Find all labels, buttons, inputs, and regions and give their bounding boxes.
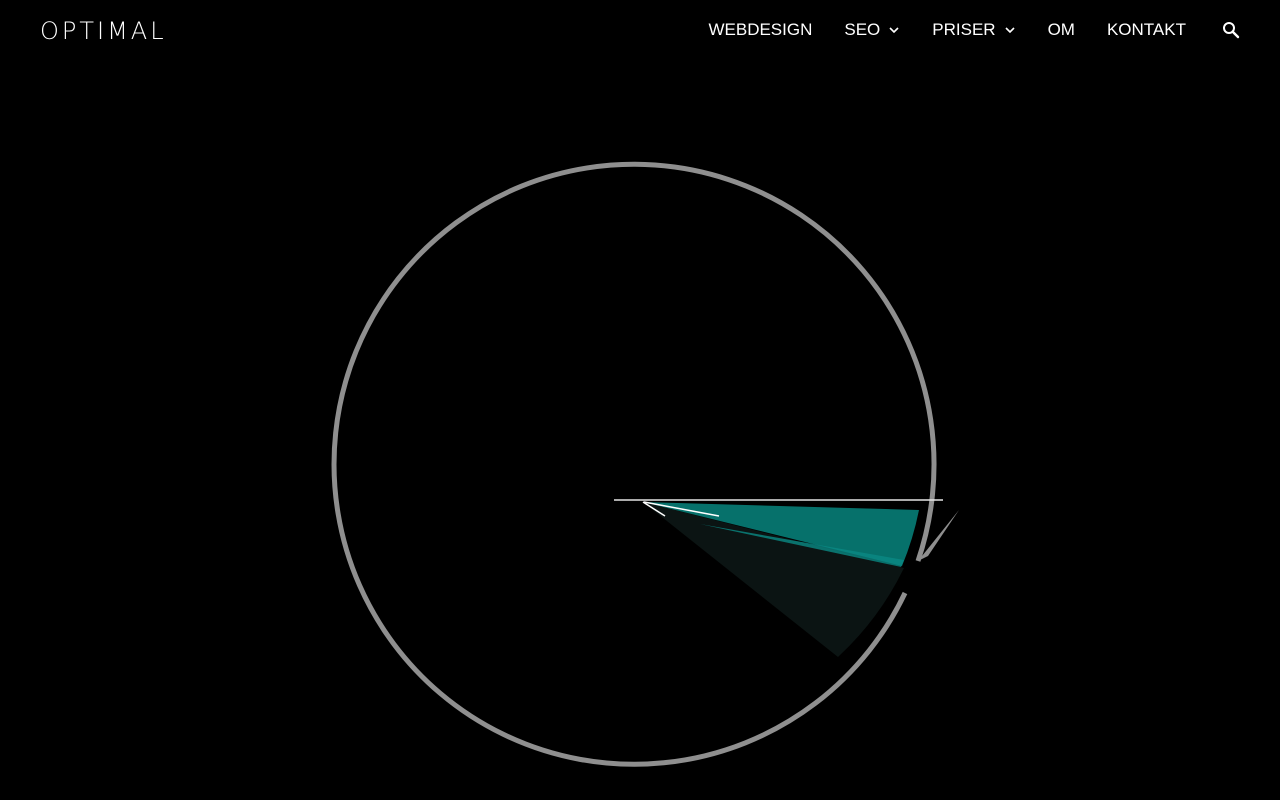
nav-item-seo[interactable]: SEO	[844, 19, 900, 41]
nav-item-om[interactable]: OM	[1048, 19, 1075, 41]
hero-graphic	[331, 161, 959, 767]
main-nav: WEBDESIGN SEO PRISER OM KONTAKT	[708, 19, 1240, 41]
nav-item-label: SEO	[844, 20, 881, 39]
nav-item-label: KONTAKT	[1106, 20, 1186, 39]
chevron-down-icon	[889, 27, 899, 34]
site-header: OPTIMAL WEBDESIGN SEO PRISER OM KONTAKT	[0, 0, 1280, 62]
nav-item-priser[interactable]: PRISER	[932, 19, 1015, 41]
nav-item-kontakt[interactable]: KONTAKT	[1107, 19, 1186, 41]
chevron-down-icon	[1005, 27, 1015, 34]
nav-item-webdesign[interactable]: WEBDESIGN	[708, 19, 812, 41]
nav-item-label: PRISER	[932, 20, 996, 39]
site-logo[interactable]: OPTIMAL	[40, 16, 167, 46]
nav-item-label: WEBDESIGN	[708, 20, 813, 39]
search-icon[interactable]	[1222, 21, 1240, 39]
outer-ring	[331, 161, 937, 767]
nav-item-label: OM	[1047, 20, 1075, 39]
